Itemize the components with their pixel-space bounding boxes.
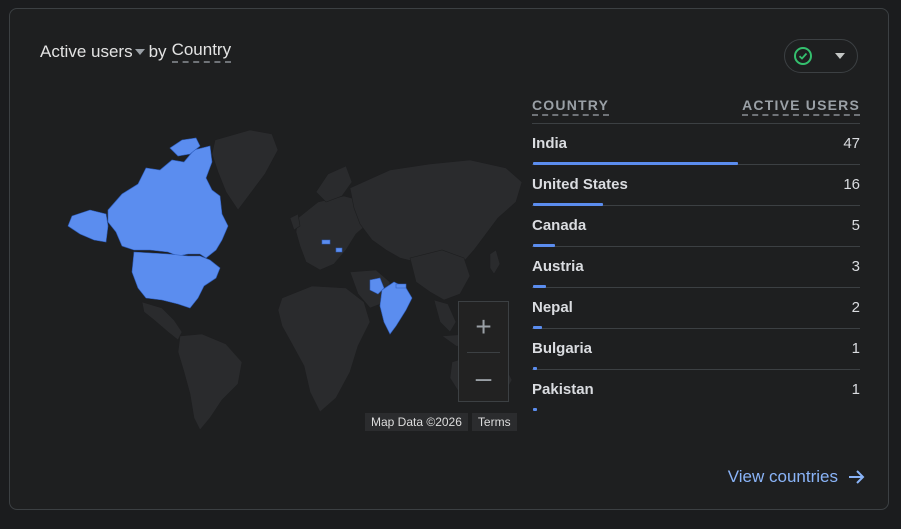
austria-shape <box>321 239 331 245</box>
view-countries-link[interactable]: View countries <box>728 467 866 487</box>
check-circle-icon <box>794 47 812 65</box>
active-users-value: 1 <box>851 340 860 357</box>
table-row: Bulgaria 1 <box>532 329 860 370</box>
usa-shape <box>131 251 221 309</box>
country-name: India <box>532 135 568 152</box>
country-name: United States <box>532 176 628 193</box>
table-row: India 47 <box>532 124 860 165</box>
arrow-right-icon <box>849 470 865 484</box>
zoom-out-button[interactable]: – <box>459 353 508 403</box>
country-table: COUNTRY ACTIVE USERS India 47 United Sta… <box>532 97 860 411</box>
card-title: Active users by Country <box>40 40 232 63</box>
metric-selector[interactable]: Active users <box>40 42 149 62</box>
view-countries-label: View countries <box>727 467 838 486</box>
greenland-shape <box>211 129 279 211</box>
map-zoom-controls: + – <box>458 301 509 402</box>
chevron-down-icon <box>134 48 145 55</box>
chevron-down-icon <box>835 53 845 59</box>
country-name: Bulgaria <box>532 340 593 357</box>
map-attribution: Map Data ©2026 Terms <box>365 413 521 431</box>
africa-shape <box>277 285 371 413</box>
bulgaria-shape <box>335 247 343 253</box>
table-header: COUNTRY ACTIVE USERS <box>532 97 860 124</box>
column-header-country[interactable]: COUNTRY <box>532 97 610 116</box>
china-shape <box>409 249 471 301</box>
table-row: Canada 5 <box>532 206 860 247</box>
japan-shape <box>489 249 501 275</box>
table-row: Pakistan 1 <box>532 370 860 411</box>
country-name: Nepal <box>532 299 573 316</box>
column-header-active-users[interactable]: ACTIVE USERS <box>742 97 860 116</box>
map-data-label: Map Data ©2026 <box>365 413 468 431</box>
south-america-shape <box>177 333 243 431</box>
data-quality-status-button[interactable] <box>784 39 858 73</box>
canada-shape <box>107 145 229 259</box>
terms-link[interactable]: Terms <box>471 413 517 431</box>
table-row: Austria 3 <box>532 247 860 288</box>
active-users-value: 5 <box>851 217 860 234</box>
india-shape <box>379 281 413 335</box>
active-users-value: 16 <box>843 176 860 193</box>
table-row: United States 16 <box>532 165 860 206</box>
dimension-selector[interactable]: Country <box>171 40 232 63</box>
zoom-in-button[interactable]: + <box>459 302 508 352</box>
country-name: Canada <box>532 217 587 234</box>
nepal-shape <box>395 283 407 289</box>
by-label: by <box>148 41 167 61</box>
table-row: Nepal 2 <box>532 288 860 329</box>
country-name: Austria <box>532 258 584 275</box>
alaska-shape <box>67 209 109 243</box>
world-map[interactable] <box>50 122 522 432</box>
metric-label: Active users <box>40 41 133 61</box>
country-name: Pakistan <box>532 381 594 398</box>
value-bar <box>533 408 537 411</box>
active-users-by-country-card: Active users by Country + – Map Data ©20… <box>9 8 889 510</box>
active-users-value: 2 <box>851 299 860 316</box>
active-users-value: 47 <box>843 135 860 152</box>
active-users-value: 1 <box>851 381 860 398</box>
active-users-value: 3 <box>851 258 860 275</box>
central-america-shape <box>141 301 183 341</box>
southeast-asia-shape <box>433 299 457 333</box>
